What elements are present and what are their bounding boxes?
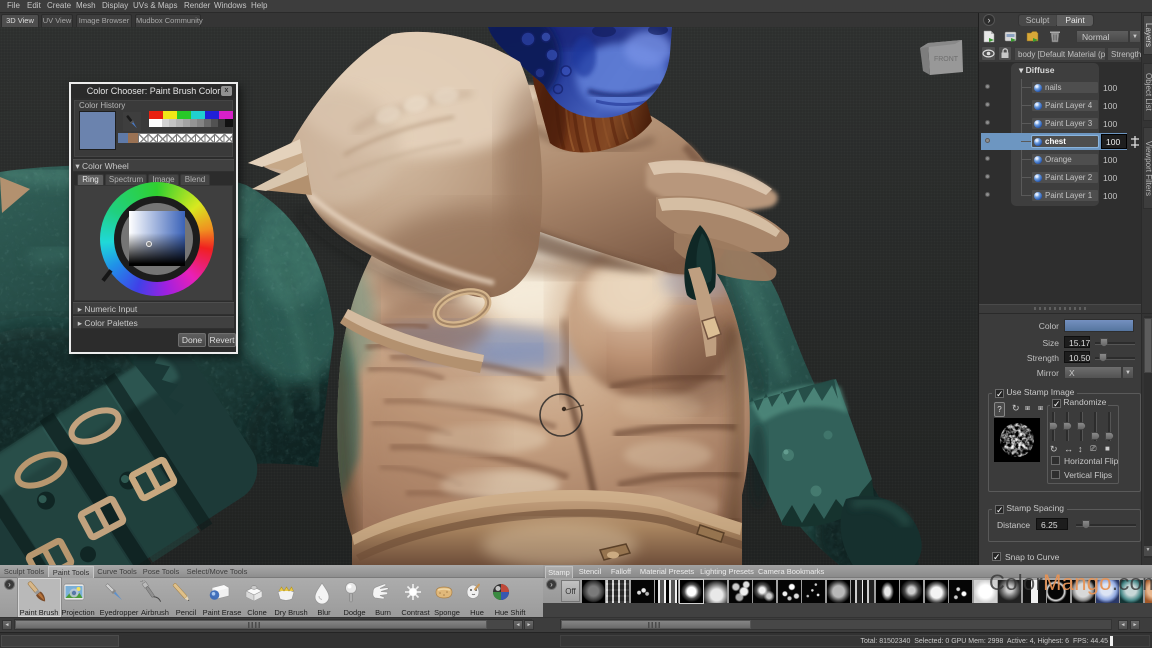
svg-text:FRONT: FRONT	[934, 56, 959, 63]
